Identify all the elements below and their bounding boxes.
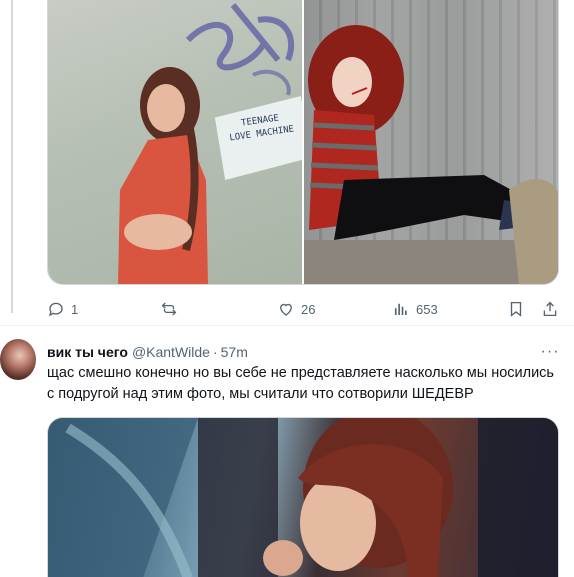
- reply-header: вик ты чего @KantWilde · 57m: [47, 343, 248, 361]
- retweet-icon: [161, 302, 177, 316]
- photo-girl-sitting[interactable]: [304, 0, 558, 284]
- reply-text: щас смешно конечно но вы себе не предста…: [47, 365, 554, 402]
- share-button[interactable]: [541, 296, 559, 322]
- views-icon: [394, 303, 407, 315]
- photo-teenage-love-machine[interactable]: TEENAGE LOVE MACHINE: [48, 0, 302, 284]
- thread-line: [11, 0, 13, 313]
- timestamp[interactable]: 57m: [221, 344, 248, 360]
- photo-left-art: [118, 3, 302, 284]
- like-icon: [280, 303, 292, 316]
- tweet-actions: 1 26 653: [47, 296, 559, 322]
- header-separator: ·: [212, 344, 218, 360]
- reply-count: 1: [71, 301, 79, 317]
- views-count: 653: [416, 301, 438, 317]
- reply-media-photo[interactable]: [47, 417, 559, 577]
- like-count: 26: [301, 301, 316, 317]
- bookmark-button[interactable]: [507, 296, 525, 322]
- reply-icon: [48, 302, 63, 317]
- tweet-media-grid[interactable]: TEENAGE LOVE MACHINE: [47, 0, 559, 285]
- share-icon: [543, 301, 557, 317]
- reply-photo-art: [48, 418, 558, 577]
- more-icon[interactable]: ···: [540, 343, 560, 361]
- photo-right-art: [304, 0, 558, 284]
- views-button[interactable]: 653: [392, 296, 438, 322]
- bookmark-icon: [510, 301, 522, 317]
- display-name[interactable]: вик ты чего: [47, 344, 128, 360]
- tweet-divider: [0, 325, 574, 326]
- avatar[interactable]: [0, 339, 36, 380]
- reply-button[interactable]: 1: [47, 296, 78, 322]
- like-button[interactable]: 26: [277, 296, 315, 322]
- user-handle[interactable]: @KantWilde: [132, 344, 210, 360]
- retweet-button[interactable]: [160, 296, 184, 322]
